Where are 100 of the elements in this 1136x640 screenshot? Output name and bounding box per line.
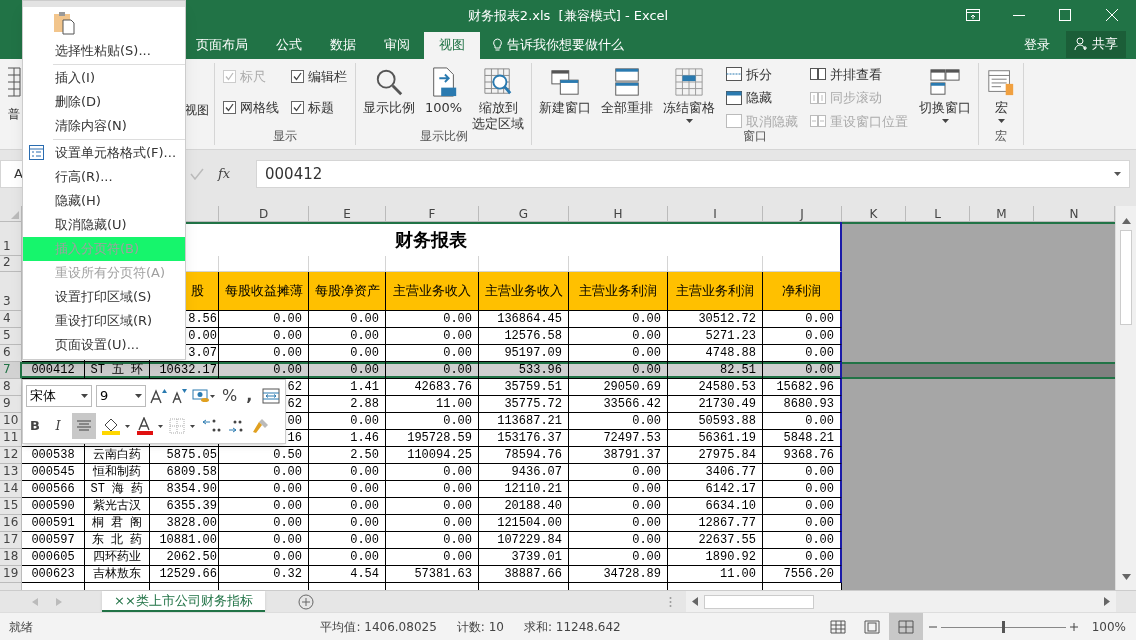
column-header[interactable]: E	[309, 206, 386, 222]
ribbon-tab[interactable]: 公式	[262, 31, 316, 59]
menu-item[interactable]: 行高(R)...	[23, 165, 185, 189]
vertical-scrollbar[interactable]	[1115, 206, 1136, 590]
ribbon-tab[interactable]: 数据	[316, 31, 370, 59]
column-header[interactable]: J	[763, 206, 842, 222]
checkbox[interactable]	[291, 69, 304, 83]
scroll-up-icon[interactable]	[1121, 218, 1131, 224]
row-header[interactable]: 5	[0, 328, 22, 345]
shrink-font-icon[interactable]	[172, 388, 188, 404]
column-header[interactable]: K	[842, 206, 906, 222]
row-header[interactable]: 13	[0, 464, 22, 481]
sheet-view-icon[interactable]	[8, 66, 22, 97]
zoom-in-icon[interactable]	[1069, 622, 1078, 631]
ribbon-button[interactable]: 冻结窗格	[660, 62, 719, 123]
ribbon-display-icon[interactable]	[966, 9, 980, 22]
row-header[interactable]: 1	[0, 222, 22, 256]
font-color-icon[interactable]	[136, 417, 164, 435]
row-header[interactable]: 12	[0, 447, 22, 464]
row-header[interactable]: 18	[0, 549, 22, 566]
close-icon[interactable]	[1106, 9, 1118, 22]
scroll-right-icon[interactable]	[1104, 597, 1110, 606]
scroll-left-icon[interactable]	[692, 597, 698, 606]
row-header[interactable]: 14	[0, 481, 22, 498]
column-header[interactable]: N	[1034, 206, 1115, 222]
menu-item[interactable]: 插入(I)	[23, 66, 185, 90]
ribbon-button[interactable]: 宏	[983, 62, 1020, 123]
column-header[interactable]: G	[479, 206, 569, 222]
increase-decimal-icon[interactable]	[202, 418, 222, 434]
maximize-icon[interactable]	[1059, 9, 1071, 22]
column-header[interactable]: I	[668, 206, 763, 222]
ribbon-button-label[interactable]: 视图	[185, 102, 209, 117]
row-header[interactable]: 4	[0, 311, 22, 328]
row-header[interactable]: 3	[0, 272, 22, 311]
merge-center-icon[interactable]	[262, 388, 281, 404]
caret-icon[interactable]	[1114, 171, 1121, 176]
checkbox-label[interactable]: 标题	[308, 98, 334, 118]
menu-item[interactable]: 选择性粘贴(S)...	[23, 39, 185, 63]
formula-field[interactable]: 000412	[256, 159, 1130, 188]
row-header[interactable]: 16	[0, 515, 22, 532]
row-header[interactable]: 10	[0, 413, 22, 430]
menu-item[interactable]: 设置单元格格式(F)...	[23, 141, 185, 165]
ribbon-button[interactable]: 全部重排	[598, 62, 657, 116]
share-button[interactable]: 共享	[1066, 30, 1126, 58]
fill-color-icon[interactable]	[101, 417, 131, 435]
ribbon-button[interactable]: 新建窗口	[536, 62, 595, 116]
function-button[interactable]: fx	[218, 164, 238, 184]
column-header[interactable]: D	[219, 206, 309, 222]
scroll-thumb[interactable]	[1120, 230, 1132, 325]
font-size-select[interactable]: 9	[96, 385, 146, 407]
ribbon-button[interactable]: 拆分	[726, 64, 799, 85]
checkbox[interactable]	[291, 101, 304, 115]
menu-item[interactable]: 清除内容(N)	[23, 114, 185, 138]
row-header[interactable]: 15	[0, 498, 22, 515]
ribbon-button[interactable]: 100%	[422, 62, 466, 116]
ribbon-tab[interactable]: 页面布局	[182, 31, 262, 59]
sign-in-link[interactable]: 登录	[1024, 31, 1050, 59]
checkbox-label[interactable]: 网格线	[240, 98, 279, 118]
italic-button[interactable]: I	[49, 416, 67, 436]
menu-item[interactable]: 删除(D)	[23, 90, 185, 114]
ribbon-button[interactable]: 切换窗口	[916, 62, 975, 123]
check-icon[interactable]	[190, 167, 204, 180]
row-header[interactable]: 2	[0, 256, 22, 272]
row-header[interactable]: 8	[0, 379, 22, 396]
slider-thumb[interactable]	[1001, 620, 1005, 633]
sheet-tab[interactable]: ××类上市公司财务指标	[102, 591, 265, 612]
row-header[interactable]: 6	[0, 345, 22, 362]
menu-item[interactable]: 隐藏(H)	[23, 189, 185, 213]
column-header[interactable]: M	[970, 206, 1034, 222]
column-header[interactable]: F	[386, 206, 479, 222]
ribbon-button[interactable]: 并排查看	[810, 64, 909, 85]
font-select[interactable]: 宋体	[26, 385, 92, 407]
format-painter-icon[interactable]	[252, 417, 270, 435]
view-button[interactable]	[888, 612, 923, 640]
scroll-down-icon[interactable]	[1121, 574, 1131, 580]
ribbon-button[interactable]: 隐藏	[726, 88, 799, 108]
add-sheet-icon[interactable]	[297, 593, 314, 610]
ribbon-button[interactable]: 缩放到 选定区域	[469, 62, 528, 132]
center-align-button[interactable]	[72, 413, 96, 439]
checkbox-label[interactable]: 编辑栏	[308, 66, 347, 87]
tell-me-field[interactable]: 告诉我你想要做什么	[492, 31, 624, 59]
ribbon-button[interactable]: 显示比例	[360, 62, 418, 116]
row-header[interactable]: 7	[0, 362, 22, 379]
currency-format-icon[interactable]	[192, 388, 216, 404]
grow-font-icon[interactable]	[150, 388, 168, 404]
ribbon-button-label[interactable]: 普	[8, 104, 22, 123]
row-header[interactable]: 11	[0, 430, 22, 447]
ribbon-tab[interactable]: 审阅	[370, 31, 424, 59]
scroll-thumb[interactable]	[704, 594, 814, 609]
row-header[interactable]: 17	[0, 532, 22, 549]
splitter-handle-icon[interactable]	[669, 595, 672, 608]
column-header[interactable]: L	[906, 206, 970, 222]
row-header[interactable]: 9	[0, 396, 22, 413]
paste-icon[interactable]	[53, 11, 75, 35]
horizontal-scrollbar[interactable]	[686, 591, 1116, 612]
column-header[interactable]: H	[569, 206, 668, 222]
zoom-level[interactable]: 100%	[1091, 617, 1126, 636]
checkbox[interactable]	[223, 101, 236, 115]
row-header[interactable]: 19	[0, 566, 22, 583]
zoom-slider[interactable]	[940, 619, 1066, 634]
